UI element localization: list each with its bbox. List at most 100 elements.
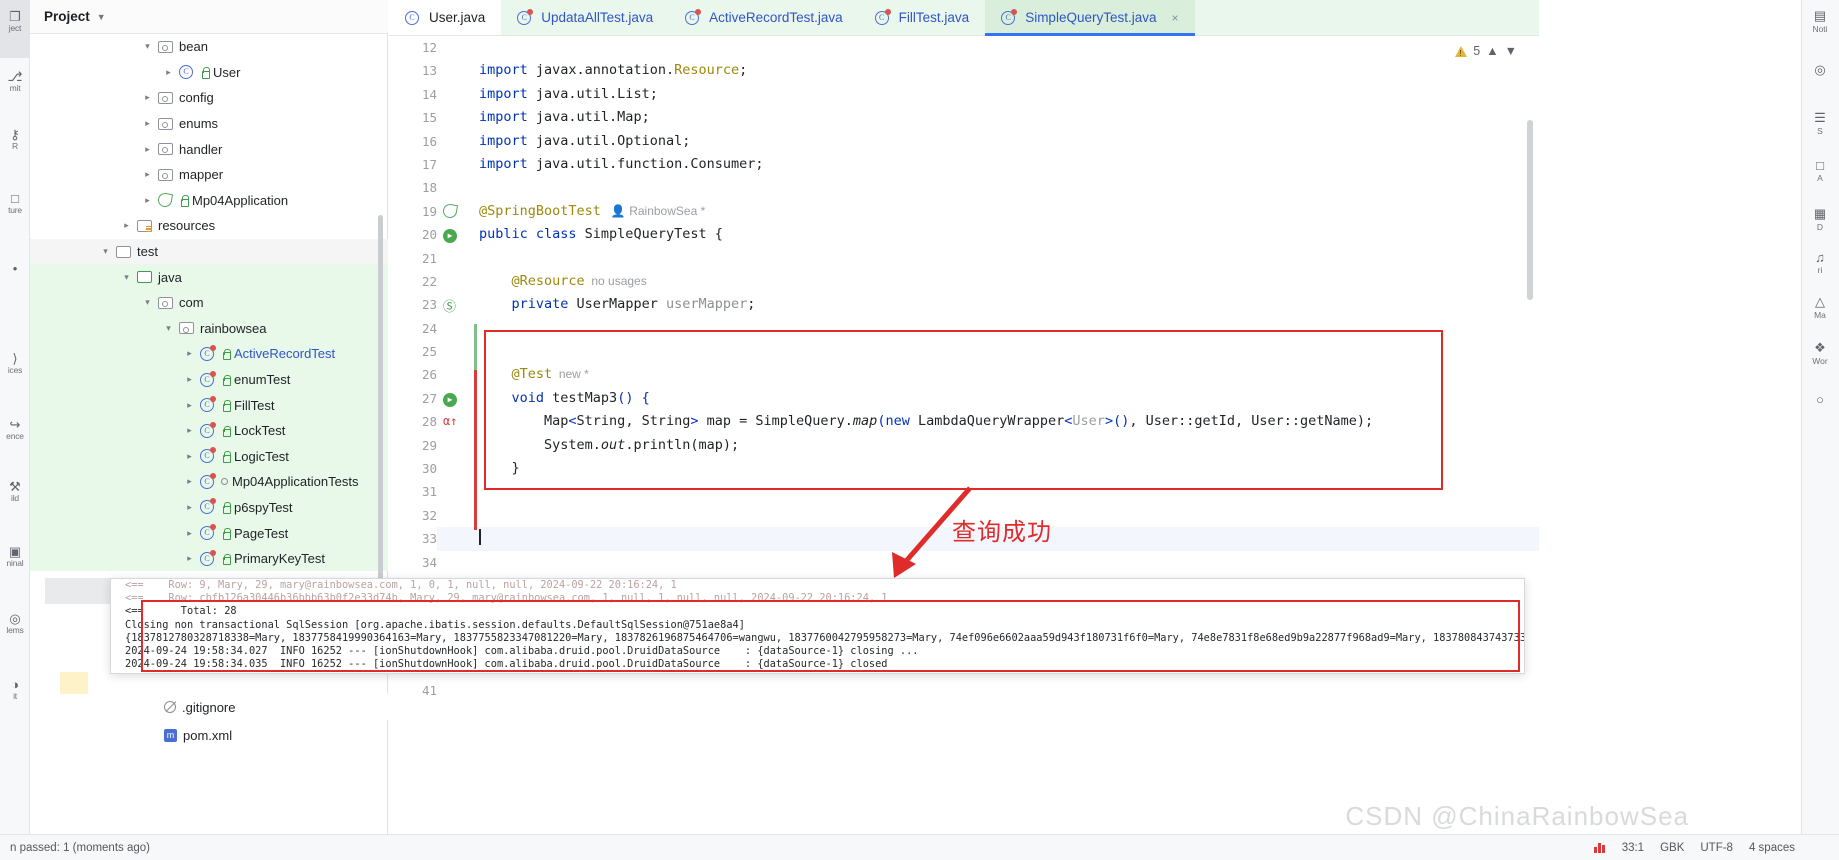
- chevron-right-icon[interactable]: ▸: [183, 528, 196, 539]
- rail-item-ence[interactable]: ↪ence: [0, 418, 30, 441]
- code-line-15[interactable]: 15import java.util.Map;: [389, 106, 1539, 129]
- tree-item-mapper[interactable]: ▸mapper: [30, 162, 388, 188]
- tree-item-test[interactable]: ▾test: [30, 239, 388, 265]
- tree-item-gitignore[interactable]: .gitignore: [60, 694, 418, 720]
- chevron-right-icon[interactable]: ▸: [183, 553, 196, 564]
- right-rail-item-0[interactable]: ▤Noti: [1801, 8, 1839, 34]
- gutter-mark[interactable]: α↑: [443, 413, 461, 430]
- rail-item-R[interactable]: ⚷R: [0, 128, 30, 151]
- status-branch[interactable]: GBK: [1660, 842, 1684, 854]
- editor-tab-User-java[interactable]: CUser.java: [389, 0, 501, 35]
- code-editor[interactable]: 1213import javax.annotation.Resource;14i…: [389, 36, 1539, 860]
- chevron-right-icon[interactable]: ▸: [120, 220, 133, 231]
- rail-item-ture[interactable]: □ture: [0, 192, 30, 215]
- tree-item-java[interactable]: ▾java: [30, 264, 388, 290]
- right-rail-item-8[interactable]: ○: [1801, 392, 1839, 407]
- editor-tab-UpdataAllTest-java[interactable]: CUpdataAllTest.java: [501, 0, 669, 35]
- rail-item-lems[interactable]: ◎lems: [0, 612, 30, 635]
- right-rail-item-2[interactable]: ☰S: [1801, 110, 1839, 136]
- code-line-20[interactable]: 20▶public class SimpleQueryTest {: [389, 223, 1539, 246]
- tree-item-rainbowsea[interactable]: ▾rainbowsea: [30, 316, 388, 342]
- editor-tab-FillTest-java[interactable]: CFillTest.java: [859, 0, 986, 35]
- status-encoding[interactable]: UTF-8: [1700, 842, 1733, 854]
- chevron-right-icon[interactable]: ▸: [183, 502, 196, 513]
- chevron-down-icon[interactable]: ▾: [99, 246, 112, 257]
- code-line-28[interactable]: 28α↑ Map<String, String> map = SimpleQue…: [389, 410, 1539, 433]
- spring-gutter-icon[interactable]: [442, 203, 458, 219]
- chevron-down-icon[interactable]: ▼: [97, 12, 106, 22]
- right-rail-item-5[interactable]: ♫ri: [1801, 250, 1839, 275]
- tree-item-FillTest[interactable]: ▸CFillTest: [30, 392, 388, 418]
- code-line-19[interactable]: 19@SpringBootTest 👤 RainbowSea *: [389, 200, 1539, 223]
- code-line-14[interactable]: 14import java.util.List;: [389, 83, 1539, 106]
- tree-item-LogicTest[interactable]: ▸CLogicTest: [30, 444, 388, 470]
- code-line-23[interactable]: 23Ⓢ private UserMapper userMapper;: [389, 293, 1539, 316]
- tree-item-Mp04ApplicationTests[interactable]: ▸CMp04ApplicationTests: [30, 469, 388, 495]
- code-line-22[interactable]: 22 @Resource no usages: [389, 270, 1539, 293]
- code-line-41[interactable]: 41: [389, 679, 1539, 702]
- right-rail-item-3[interactable]: □A: [1801, 158, 1839, 183]
- console-output-panel[interactable]: <== Row: 9, Mary, 29, mary@rainbowsea.co…: [110, 578, 1525, 674]
- chevron-right-icon[interactable]: ▸: [183, 451, 196, 462]
- code-line-25[interactable]: 25: [389, 340, 1539, 363]
- chevron-right-icon[interactable]: ▸: [141, 195, 154, 206]
- gutter-mark[interactable]: [443, 203, 461, 220]
- right-rail-item-6[interactable]: △Ma: [1801, 294, 1839, 320]
- gutter-mark[interactable]: ▶: [443, 390, 461, 407]
- tree-item-enums[interactable]: ▸enums: [30, 111, 388, 137]
- project-panel-header[interactable]: Project ▼: [30, 0, 388, 34]
- chevron-right-icon[interactable]: ▸: [183, 425, 196, 436]
- tree-item-PageTest[interactable]: ▸CPageTest: [30, 520, 388, 546]
- code-line-17[interactable]: 17import java.util.function.Consumer;: [389, 153, 1539, 176]
- code-line-27[interactable]: 27▶ void testMap3() {: [389, 387, 1539, 410]
- code-line-31[interactable]: 31: [389, 480, 1539, 503]
- gutter-mark[interactable]: ▶: [443, 226, 461, 243]
- tree-item-handler[interactable]: ▸handler: [30, 136, 388, 162]
- tree-item-User[interactable]: ▸CUser: [30, 60, 388, 86]
- tree-item-resources[interactable]: ▸resources: [30, 213, 388, 239]
- chevron-down-icon[interactable]: ▾: [162, 323, 175, 334]
- chevron-right-icon[interactable]: ▸: [183, 374, 196, 385]
- run-gutter-icon[interactable]: ▶: [443, 393, 457, 407]
- right-rail-item-7[interactable]: ❖Wor: [1801, 340, 1839, 366]
- rail-item-ild[interactable]: ⚒ild: [0, 480, 30, 503]
- chevron-right-icon[interactable]: ▸: [141, 118, 154, 129]
- chevron-right-icon[interactable]: ▸: [183, 348, 196, 359]
- editor-tab-ActiveRecordTest-java[interactable]: CActiveRecordTest.java: [669, 0, 859, 35]
- chevron-right-icon[interactable]: ▸: [162, 67, 175, 78]
- editor-tab-bar[interactable]: CUser.javaCUpdataAllTest.javaCActiveReco…: [389, 0, 1539, 36]
- code-line-30[interactable]: 30 }: [389, 457, 1539, 480]
- tree-item-LockTest[interactable]: ▸CLockTest: [30, 418, 388, 444]
- code-line-18[interactable]: 18: [389, 176, 1539, 199]
- code-line-34[interactable]: 34: [389, 551, 1539, 574]
- chevron-right-icon[interactable]: ▸: [183, 400, 196, 411]
- code-line-26[interactable]: 26 @Test new *: [389, 363, 1539, 386]
- chevron-down-icon[interactable]: ▾: [141, 41, 154, 52]
- chevron-down-icon[interactable]: ▾: [141, 297, 154, 308]
- tree-item-PrimaryKeyTest[interactable]: ▸CPrimaryKeyTest: [30, 546, 388, 572]
- rail-item-icon-4[interactable]: •: [0, 262, 30, 276]
- tab-close-icon[interactable]: ×: [1172, 11, 1179, 25]
- status-indent[interactable]: 4 spaces: [1749, 842, 1795, 854]
- status-line-col[interactable]: 33:1: [1622, 842, 1644, 854]
- rail-item-ject[interactable]: ❐ject: [0, 10, 30, 33]
- bean-gutter-icon[interactable]: Ⓢ: [443, 300, 456, 315]
- tree-item-config[interactable]: ▸config: [30, 85, 388, 111]
- rail-item-ninal[interactable]: ▣ninal: [0, 545, 30, 568]
- rail-item-mit[interactable]: ⎇mit: [0, 70, 30, 93]
- code-line-24[interactable]: 24: [389, 317, 1539, 340]
- rail-item-ices[interactable]: ⟩ices: [0, 352, 30, 375]
- tree-item-ActiveRecordTest[interactable]: ▸CActiveRecordTest: [30, 341, 388, 367]
- code-line-12[interactable]: 12: [389, 36, 1539, 59]
- code-line-13[interactable]: 13import javax.annotation.Resource;: [389, 59, 1539, 82]
- rail-item-it[interactable]: ◑it: [0, 678, 30, 701]
- editor-tab-SimpleQueryTest-java[interactable]: CSimpleQueryTest.java×: [985, 0, 1194, 35]
- right-rail-item-4[interactable]: ▦D: [1801, 206, 1839, 232]
- gutter-mark[interactable]: Ⓢ: [443, 296, 461, 313]
- chevron-right-icon[interactable]: ▸: [141, 169, 154, 180]
- chevron-right-icon[interactable]: ▸: [141, 92, 154, 103]
- right-rail-item-1[interactable]: ◎: [1801, 62, 1839, 78]
- code-line-16[interactable]: 16import java.util.Optional;: [389, 130, 1539, 153]
- chevron-right-icon[interactable]: ▸: [183, 476, 196, 487]
- run-gutter-icon[interactable]: ▶: [443, 229, 457, 243]
